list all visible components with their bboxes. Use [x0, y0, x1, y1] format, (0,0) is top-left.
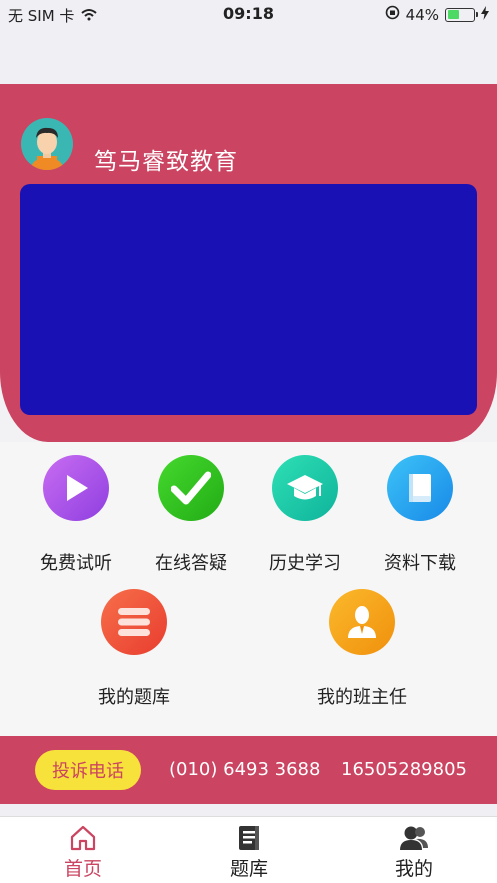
- user-icon: [331, 817, 497, 851]
- menu-label: 历史学习: [269, 553, 341, 574]
- brand-name: 笃马睿致教育: [94, 149, 238, 175]
- menu-label: 在线答疑: [155, 553, 227, 574]
- tab-mine[interactable]: 我的: [331, 817, 497, 883]
- menu-item-history[interactable]: 历史学习: [245, 455, 365, 575]
- menu-label: 免费试听: [40, 553, 112, 574]
- orientation-lock-icon: [385, 5, 400, 24]
- tab-question-bank[interactable]: 题库: [166, 817, 332, 883]
- status-bar: 无 SIM 卡 09:18 44%: [0, 0, 497, 28]
- check-icon: [158, 455, 224, 521]
- divider: [0, 804, 497, 816]
- menu-item-online-qa[interactable]: 在线答疑: [131, 455, 251, 575]
- battery-icon: [445, 7, 478, 22]
- feature-menu: 免费试听 在线答疑 历史学习 资料下载 我的题库 我的班主任: [0, 442, 497, 736]
- banner-carousel[interactable]: [20, 184, 477, 415]
- question-bank-icon: [166, 817, 332, 851]
- menu-item-downloads[interactable]: 资料下载: [360, 455, 480, 575]
- tab-label: 题库: [229, 858, 268, 880]
- play-icon: [43, 455, 109, 521]
- tab-bar: 首页 题库 我的: [0, 816, 497, 883]
- menu-label: 我的题库: [98, 687, 170, 708]
- menu-item-free-trial[interactable]: 免费试听: [16, 455, 136, 575]
- tab-label: 我的: [394, 858, 433, 880]
- tab-label: 首页: [63, 858, 102, 880]
- tab-home[interactable]: 首页: [0, 817, 166, 883]
- home-icon: [0, 817, 166, 851]
- teacher-icon: [329, 589, 395, 655]
- graduation-cap-icon: [272, 455, 338, 521]
- nav-bar: [0, 28, 497, 84]
- menu-item-my-class-teacher[interactable]: 我的班主任: [302, 589, 422, 709]
- complaint-button[interactable]: 投诉电话: [35, 750, 141, 790]
- charging-icon: [481, 5, 489, 24]
- menu-label: 我的班主任: [317, 687, 407, 708]
- phone-number-landline[interactable]: (010) 6493 3688: [169, 759, 320, 780]
- menu-label: 资料下载: [384, 553, 456, 574]
- hero-section: 笃马睿致教育: [0, 84, 497, 442]
- battery-percent: 44%: [405, 5, 439, 24]
- avatar[interactable]: [21, 118, 73, 170]
- complaint-hotline-bar: 投诉电话 (010) 6493 3688 16505289805: [0, 736, 497, 804]
- menu-item-my-question-bank[interactable]: 我的题库: [74, 589, 194, 709]
- phone-number-mobile[interactable]: 16505289805: [341, 759, 467, 780]
- book-icon: [387, 455, 453, 521]
- list-icon: [101, 589, 167, 655]
- status-right: 44%: [385, 5, 489, 24]
